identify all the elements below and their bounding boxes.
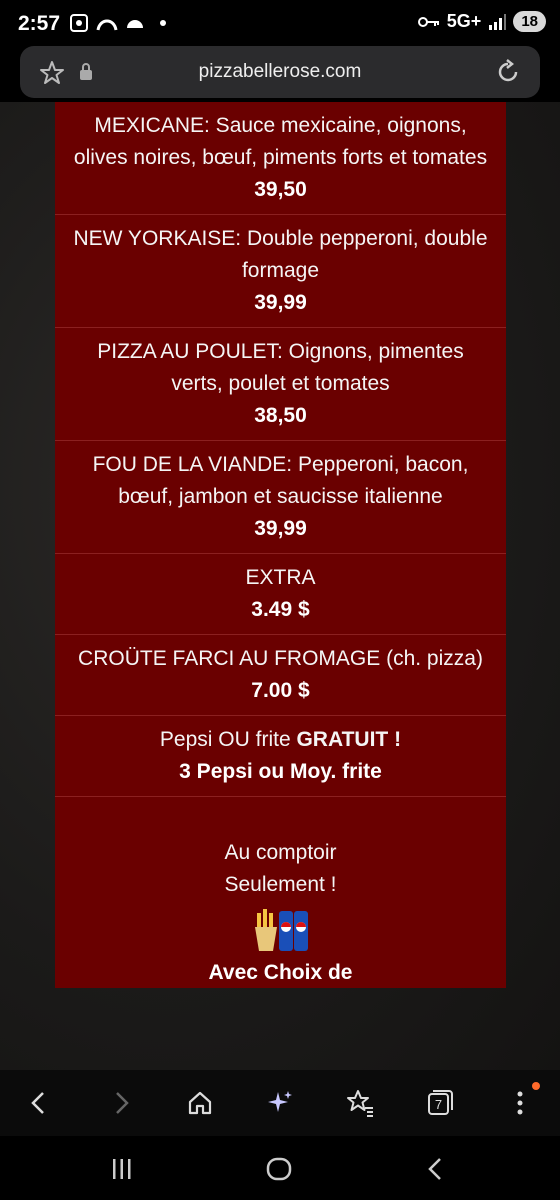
item-price: 39,50 bbox=[254, 178, 307, 201]
promo-label: Pepsi OU frite bbox=[159, 728, 297, 751]
home-pill-icon[interactable] bbox=[265, 1156, 293, 1182]
network-type: 5G+ bbox=[446, 11, 482, 31]
browser-toolbar: 7 bbox=[0, 1070, 560, 1136]
menu-item: MEXICANE: Sauce mexicaine, oignons, oliv… bbox=[55, 102, 506, 215]
tabs-icon[interactable]: 7 bbox=[425, 1088, 455, 1118]
item-price: 39,99 bbox=[254, 291, 307, 314]
notification-dot bbox=[532, 1082, 540, 1090]
app-notification-icon bbox=[96, 19, 118, 31]
tabs-count: 7 bbox=[435, 1097, 442, 1112]
item-price: 38,50 bbox=[254, 404, 307, 427]
dot-icon bbox=[160, 20, 166, 26]
system-back-icon[interactable] bbox=[422, 1156, 450, 1182]
address-bar[interactable]: pizzabellerose.com bbox=[20, 46, 540, 98]
bookmarks-icon[interactable] bbox=[345, 1088, 375, 1118]
web-page[interactable]: MEXICANE: Sauce mexicaine, oignons, oliv… bbox=[0, 102, 560, 1070]
item-price: 7.00 $ bbox=[251, 679, 310, 702]
weather-icon bbox=[127, 20, 143, 28]
menu-item: FOU DE LA VIANDE: Pepperoni, bacon, bœuf… bbox=[55, 441, 506, 554]
recent-apps-icon[interactable] bbox=[108, 1156, 136, 1182]
system-navigation bbox=[0, 1136, 560, 1200]
browser-address-area: pizzabellerose.com bbox=[0, 46, 560, 102]
battery-level: 18 bbox=[513, 11, 546, 32]
item-description: CROÜTE FARCI AU FROMAGE (ch. pizza) bbox=[78, 647, 483, 670]
status-bar: 2:57 5G+ 18 bbox=[0, 0, 560, 46]
notification-icons bbox=[68, 12, 174, 34]
counter-offer: Au comptoir Seulement ! Avec Choix de bbox=[55, 797, 506, 988]
reload-icon[interactable] bbox=[494, 58, 522, 86]
vpn-key-icon bbox=[417, 16, 439, 27]
promo-subtitle: 3 Pepsi ou Moy. frite bbox=[179, 760, 382, 783]
menu-item: CROÜTE FARCI AU FROMAGE (ch. pizza) 7.00… bbox=[55, 635, 506, 716]
counter-choice: Avec Choix de bbox=[208, 961, 353, 984]
promo-row: Pepsi OU frite GRATUIT ! 3 Pepsi ou Moy.… bbox=[55, 716, 506, 797]
menu-item: NEW YORKAISE: Double pepperoni, double f… bbox=[55, 215, 506, 328]
item-description: MEXICANE: Sauce mexicaine, oignons, oliv… bbox=[73, 114, 488, 169]
item-description: FOU DE LA VIANDE: Pepperoni, bacon, bœuf… bbox=[92, 453, 469, 508]
status-time: 2:57 bbox=[18, 12, 61, 35]
pizza-menu: MEXICANE: Sauce mexicaine, oignons, oliv… bbox=[55, 102, 506, 988]
item-price: 3.49 $ bbox=[251, 598, 310, 621]
sparkle-icon[interactable] bbox=[265, 1088, 295, 1118]
promo-text: Pepsi OU frite GRATUIT ! bbox=[71, 724, 490, 756]
forward-icon[interactable] bbox=[106, 1088, 136, 1118]
signal-icon bbox=[489, 13, 507, 30]
counter-line-1: Au comptoir bbox=[224, 841, 337, 864]
more-icon[interactable] bbox=[505, 1088, 535, 1118]
menu-item: PIZZA AU POULET: Oignons, pimentes verts… bbox=[55, 328, 506, 441]
item-price: 39,99 bbox=[254, 517, 307, 540]
url-text[interactable]: pizzabellerose.com bbox=[20, 61, 540, 83]
item-description: NEW YORKAISE: Double pepperoni, double f… bbox=[73, 227, 488, 282]
promo-free-label: GRATUIT ! bbox=[296, 728, 402, 751]
fries-and-pepsi-icon bbox=[254, 909, 308, 951]
item-description: EXTRA bbox=[245, 566, 316, 589]
screenshot-icon bbox=[70, 14, 88, 32]
status-right: 5G+ 18 bbox=[417, 11, 546, 32]
back-icon[interactable] bbox=[24, 1088, 54, 1118]
home-icon[interactable] bbox=[185, 1088, 215, 1118]
menu-item: EXTRA 3.49 $ bbox=[55, 554, 506, 635]
item-description: PIZZA AU POULET: Oignons, pimentes verts… bbox=[97, 340, 464, 395]
counter-line-2: Seulement ! bbox=[224, 873, 337, 896]
